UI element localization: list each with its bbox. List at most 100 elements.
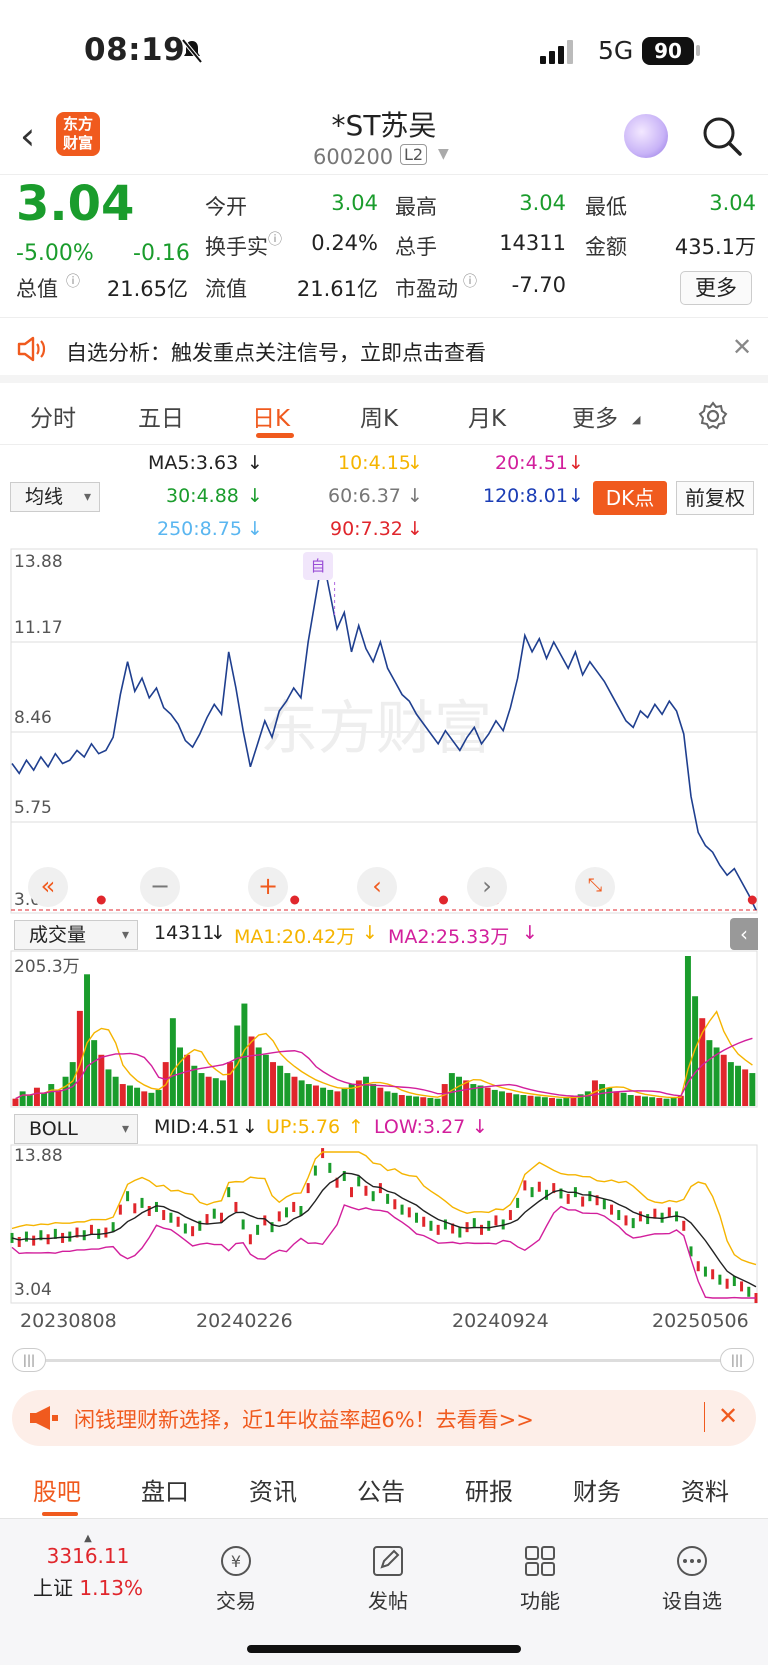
gear-icon[interactable] bbox=[698, 401, 728, 431]
volume-bar bbox=[363, 1076, 369, 1106]
volume-bar bbox=[699, 1018, 706, 1106]
volume-bar bbox=[12, 1098, 19, 1106]
assistant-robot-icon[interactable] bbox=[624, 114, 668, 158]
tab-research[interactable]: 研报 bbox=[465, 1472, 513, 1507]
date-label: 20240924 bbox=[452, 1310, 549, 1332]
scroll-right-handle[interactable]: ||| bbox=[720, 1348, 754, 1372]
tab-five-day[interactable]: 五日 bbox=[138, 399, 184, 433]
volume-bar bbox=[155, 1089, 162, 1106]
search-icon[interactable] bbox=[700, 114, 744, 158]
volume-bar bbox=[384, 1091, 391, 1106]
boll-select[interactable]: BOLL bbox=[14, 1114, 138, 1144]
indicator-select[interactable]: 均线 bbox=[10, 482, 100, 512]
volume-bar bbox=[735, 1065, 741, 1106]
turnover-value: 0.24% bbox=[311, 231, 378, 255]
volume-bar bbox=[291, 1076, 298, 1106]
chevron-down-icon[interactable]: ▼ bbox=[438, 146, 449, 162]
volume-bar bbox=[169, 1018, 176, 1106]
stock-header: ‹ 东方财富 *ST苏吴 600200 L2 ▼ bbox=[0, 100, 768, 175]
expand-icon[interactable]: ⤡ bbox=[575, 867, 615, 907]
more-button[interactable]: 更多 bbox=[680, 271, 752, 305]
pe-value: -7.70 bbox=[511, 273, 566, 297]
quote-panel: 3.04 -5.00% -0.16 今开 3.04 最高 3.04 最低 3.0… bbox=[0, 176, 768, 318]
volume-bar bbox=[720, 1054, 727, 1106]
volume-bar bbox=[506, 1092, 513, 1106]
adjust-button[interactable]: 前复权 bbox=[676, 481, 754, 515]
volume-value: 14311 bbox=[499, 231, 566, 255]
status-time: 08:19 bbox=[84, 32, 186, 68]
level-badge[interactable]: L2 bbox=[400, 144, 428, 165]
tab-daily-k[interactable]: 日K bbox=[252, 399, 290, 433]
period-tabs: 分时 五日 日K 周K 月K 更多 ◢ bbox=[0, 387, 768, 445]
index-widget[interactable]: ▲ 3316.11 上证 1.13% bbox=[18, 1533, 158, 1601]
ma10-value: 10:4.15 bbox=[338, 452, 411, 474]
watermark: 东方财富 bbox=[260, 694, 492, 762]
tab-intraday[interactable]: 分时 bbox=[30, 399, 76, 433]
tab-announcements[interactable]: 公告 bbox=[357, 1472, 405, 1507]
volume-bar bbox=[398, 1095, 405, 1106]
low-value: 3.04 bbox=[709, 191, 756, 215]
caret-icon: ◢ bbox=[632, 413, 641, 426]
promo-banner[interactable]: 闲钱理财新选择，近1年收益率超6%！去看看>> ✕ bbox=[12, 1390, 756, 1446]
boll-chart[interactable]: 13.88 3.04 bbox=[0, 1144, 768, 1304]
zoom-in-icon[interactable]: + bbox=[248, 867, 288, 907]
y-tick: 13.88 bbox=[14, 552, 63, 572]
dk-point-button[interactable]: DK点 bbox=[593, 481, 667, 515]
info-icon[interactable]: ⓘ bbox=[463, 271, 477, 291]
close-icon[interactable]: ✕ bbox=[718, 1402, 738, 1430]
dock-add-watchlist[interactable]: 设自选 bbox=[642, 1543, 742, 1614]
volume-bar bbox=[26, 1095, 33, 1106]
active-tab-indicator bbox=[256, 433, 294, 438]
price-chart[interactable]: 东方财富 13.88 11.17 8.46 5.75 3.04 自 « − + … bbox=[0, 548, 768, 918]
volume-bar bbox=[556, 1098, 563, 1106]
tab-more[interactable]: 更多 bbox=[572, 399, 618, 433]
tab-guba[interactable]: 股吧 bbox=[33, 1472, 81, 1507]
volume-bar bbox=[205, 1076, 212, 1106]
tab-news[interactable]: 资讯 bbox=[249, 1472, 297, 1507]
volume-ma2: MA2:25.33万 bbox=[388, 926, 510, 948]
trade-icon: ¥ bbox=[221, 1546, 251, 1576]
volume-bar bbox=[212, 1078, 219, 1106]
volume-bar bbox=[649, 1097, 656, 1106]
tab-pankou[interactable]: 盘口 bbox=[141, 1472, 189, 1507]
boll-low-line bbox=[11, 1204, 756, 1299]
date-axis: 20230808 20240226 20240924 20250506 bbox=[0, 1306, 768, 1336]
scroll-left-handle[interactable]: ||| bbox=[12, 1348, 46, 1372]
low-label: 最低 bbox=[585, 195, 627, 219]
chart-scrollbar[interactable]: ||| ||| bbox=[12, 1348, 756, 1372]
rewind-icon[interactable]: « bbox=[28, 867, 68, 907]
dock-functions[interactable]: 功能 bbox=[490, 1543, 590, 1614]
tab-finance[interactable]: 财务 bbox=[573, 1472, 621, 1507]
close-icon[interactable]: ✕ bbox=[732, 333, 752, 361]
volume-bar bbox=[248, 1036, 255, 1106]
bottom-dock: ▲ 3316.11 上证 1.13% ¥ 交易 发帖 功能 设自选 bbox=[0, 1518, 768, 1665]
collapse-icon[interactable]: ‹ bbox=[730, 918, 758, 950]
self-marker[interactable]: 自 bbox=[303, 552, 333, 580]
amount-label: 金额 bbox=[585, 235, 627, 259]
tab-weekly-k[interactable]: 周K bbox=[360, 399, 398, 433]
tab-monthly-k[interactable]: 月K bbox=[468, 399, 506, 433]
ma90-value: 90:7.32 bbox=[330, 518, 403, 540]
info-icon[interactable]: ⓘ bbox=[268, 229, 282, 249]
volume-bar bbox=[634, 1095, 641, 1106]
volume-bar bbox=[284, 1073, 291, 1106]
open-value: 3.04 bbox=[331, 191, 378, 215]
network-type: 5G bbox=[598, 36, 634, 65]
volume-indicator-bar: 成交量 14311↓ MA1:20.42万↓ MA2:25.33万↓ ‹ bbox=[0, 918, 768, 950]
date-label: 20240226 bbox=[196, 1310, 293, 1332]
volume-chart[interactable]: 205.3万 bbox=[0, 950, 768, 1108]
volume-bar bbox=[706, 1040, 713, 1106]
info-icon[interactable]: ⓘ bbox=[66, 271, 80, 291]
prev-icon[interactable]: ‹ bbox=[357, 867, 397, 907]
next-icon[interactable]: › bbox=[467, 867, 507, 907]
tab-profile[interactable]: 资料 bbox=[681, 1472, 729, 1507]
zoom-out-icon[interactable]: − bbox=[140, 867, 180, 907]
dock-trade[interactable]: ¥ 交易 bbox=[186, 1543, 286, 1614]
volume-select[interactable]: 成交量 bbox=[14, 920, 138, 950]
date-label: 20230808 bbox=[20, 1310, 117, 1332]
dock-post[interactable]: 发帖 bbox=[338, 1543, 438, 1614]
volume-bar bbox=[320, 1087, 327, 1106]
volume-bar bbox=[262, 1054, 269, 1106]
volume-bar bbox=[105, 1069, 112, 1106]
notice-bar[interactable]: 自选分析：触发重点关注信号，立即点击查看 ✕ bbox=[0, 319, 768, 383]
